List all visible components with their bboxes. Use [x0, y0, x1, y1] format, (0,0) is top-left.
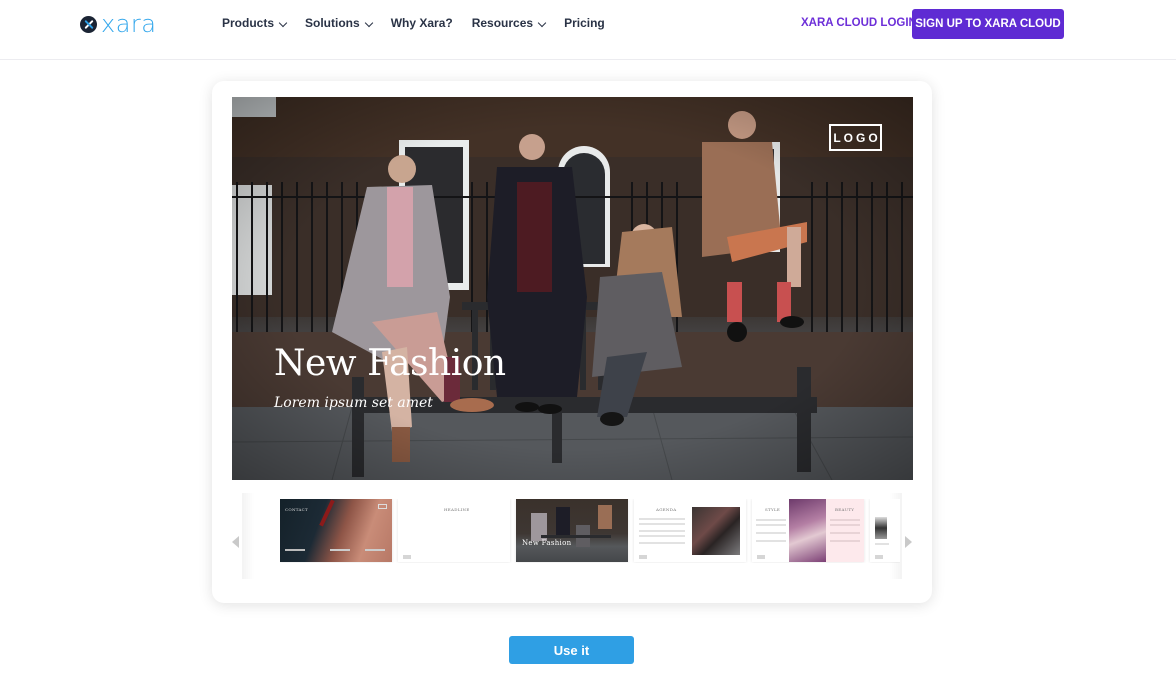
thumb-label: HEADLINE: [444, 507, 470, 512]
thumbnail-agenda[interactable]: AGENDA: [634, 499, 746, 562]
thumb-label: AGENDA: [656, 507, 677, 512]
thumb-logo: [639, 555, 647, 559]
thumb-label: New Fashion: [522, 539, 572, 547]
thumb-text: [639, 518, 685, 520]
thumbnail-contact[interactable]: CONTACT: [280, 499, 392, 562]
thumb-text: [756, 524, 786, 526]
nav-label: Why Xara?: [390, 16, 453, 30]
use-it-button[interactable]: Use it: [509, 636, 634, 664]
signup-button[interactable]: SIGN UP TO XARA CLOUD: [912, 9, 1064, 39]
thumbnail-list: CONTACT HEADLINE New Fashion AGENDA STYL…: [280, 499, 900, 563]
site-header: xara Products Solutions Why Xara? Resour…: [0, 0, 1176, 60]
nav-label: Solutions: [305, 16, 360, 30]
thumb-stripe: [319, 499, 335, 527]
thumb-logo: [757, 555, 765, 559]
thumb-text: [639, 530, 685, 532]
xara-logo-icon: [80, 15, 97, 33]
thumb-photo: [789, 499, 826, 562]
nav-why-xara[interactable]: Why Xara?: [391, 16, 453, 30]
thumb-text: [830, 532, 860, 534]
nav-products[interactable]: Products: [222, 16, 288, 30]
logo-text: xara: [101, 10, 157, 38]
template-preview-card: LOGO New Fashion Lorem ipsum set amet CO…: [212, 81, 932, 603]
thumb-text: [365, 549, 385, 551]
main-nav: Products Solutions Why Xara? Resources P…: [222, 16, 605, 30]
thumb-text: [756, 519, 786, 521]
main-slide-preview: LOGO New Fashion Lorem ipsum set amet: [232, 97, 913, 480]
thumb-text: [285, 549, 305, 551]
nav-label: Pricing: [564, 16, 605, 30]
thumb-text: [830, 519, 860, 521]
slide-logo-placeholder: LOGO: [829, 124, 882, 151]
thumb-logo: [378, 504, 387, 509]
nav-resources[interactable]: Resources: [471, 16, 547, 30]
thumb-text: [639, 542, 685, 544]
slide-title: New Fashion: [274, 343, 506, 384]
nav-solutions[interactable]: Solutions: [305, 16, 373, 30]
thumb-text: [330, 549, 350, 551]
nav-label: Products: [222, 16, 275, 30]
thumb-logo: [403, 555, 411, 559]
cloud-login-link[interactable]: XARA CLOUD LOGIN: [801, 17, 917, 29]
thumb-label-2: BEAUTY: [835, 507, 855, 512]
slide-subtitle: Lorem ipsum set amet: [274, 395, 433, 411]
thumbnail-new-fashion[interactable]: New Fashion: [516, 499, 628, 562]
thumb-label: STYLE: [765, 507, 781, 512]
prev-arrow-icon[interactable]: [232, 536, 239, 548]
thumb-logo: [875, 555, 883, 559]
vignette: [232, 97, 913, 480]
thumb-figure: [556, 507, 570, 537]
thumbnail-partial[interactable]: [870, 499, 900, 562]
xara-logo[interactable]: xara: [80, 10, 157, 38]
thumbnail-style-beauty[interactable]: STYLE BEAUTY: [752, 499, 864, 562]
thumb-figure: [598, 505, 612, 529]
thumbnail-headline[interactable]: HEADLINE: [398, 499, 510, 562]
chevron-down-icon: [537, 18, 547, 27]
thumb-bench: [541, 535, 611, 538]
thumb-text: [875, 543, 889, 545]
fashion-photo: [232, 97, 913, 480]
thumb-text: [830, 540, 860, 542]
thumb-text: [756, 540, 786, 542]
thumb-photo: [692, 507, 740, 555]
thumb-photo: [875, 517, 887, 539]
thumb-text: [830, 524, 860, 526]
chevron-down-icon: [278, 18, 288, 27]
next-arrow-icon[interactable]: [905, 536, 912, 548]
thumb-text: [639, 523, 685, 525]
chevron-down-icon: [364, 18, 373, 27]
thumb-text: [639, 535, 685, 537]
nav-label: Resources: [471, 16, 534, 30]
thumb-text: [756, 532, 786, 534]
nav-pricing[interactable]: Pricing: [564, 16, 605, 30]
thumb-label: CONTACT: [285, 507, 309, 512]
